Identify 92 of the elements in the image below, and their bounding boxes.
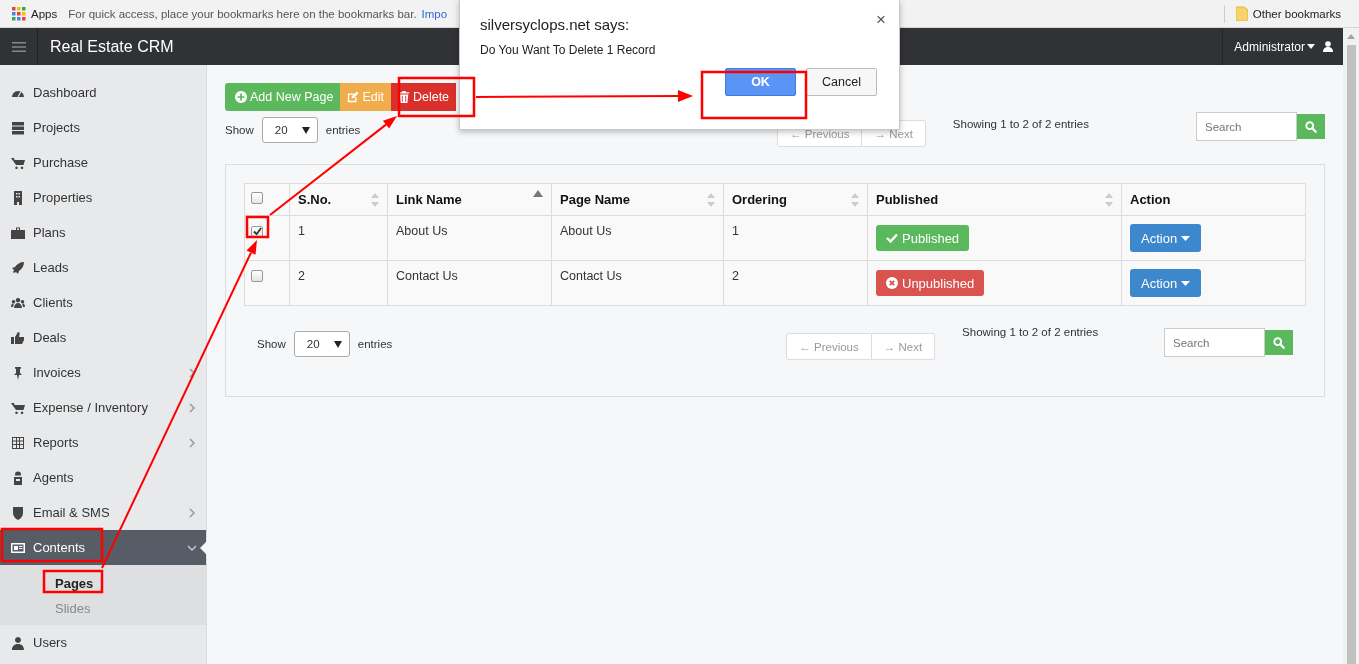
sidebar-item[interactable]: Deals (0, 320, 206, 355)
column-header[interactable]: Published (867, 183, 1122, 216)
bookmarks-hint: For quick access, place your bookmarks here on the bookmarks bar. (68, 7, 417, 20)
show-label: Show (225, 124, 254, 136)
menu-item-icon (11, 295, 25, 310)
dropdown-arrow-icon (333, 340, 342, 348)
table-cell: 1 (723, 215, 868, 261)
search-icon (1273, 336, 1285, 349)
sidebar-item[interactable]: Projects (0, 110, 206, 145)
dialog-message: Do You Want To Delete 1 Record (480, 43, 657, 57)
checkbox[interactable] (251, 270, 263, 282)
close-button[interactable]: × (876, 10, 886, 30)
column-header[interactable]: S.No. (289, 183, 388, 216)
search-field[interactable]: Search (1164, 328, 1265, 357)
page-size-select[interactable]: 20 (261, 117, 318, 143)
submenu-item[interactable]: Pages (0, 571, 206, 596)
menu-item-icon (11, 505, 25, 520)
sidebar-item[interactable]: Email & SMS (0, 495, 206, 530)
action-dropdown-button[interactable]: Action (1130, 269, 1202, 297)
status-badge[interactable]: Unpublished (876, 270, 985, 296)
menu-item-icon (11, 540, 25, 555)
sidebar-item[interactable]: Properties (0, 180, 206, 215)
sidebar-item[interactable]: Leads (0, 250, 206, 285)
menu-item-icon (11, 120, 25, 135)
entries-info: Showing 1 to 2 of 2 entries (962, 326, 1099, 338)
action-dropdown-button[interactable]: Action (1130, 224, 1202, 252)
menu-icon (11, 41, 26, 52)
table-cell: 2 (723, 260, 868, 306)
app-title: Real Estate CRM (50, 37, 174, 56)
close-circle-icon (886, 277, 898, 289)
apps-grid-icon[interactable] (12, 6, 26, 21)
scroll-up-arrow-icon[interactable] (1347, 34, 1355, 39)
table-cell: About Us (387, 215, 552, 261)
other-bookmarks[interactable]: Other bookmarks (1252, 7, 1341, 20)
sidebar-item[interactable]: Dashboard (0, 75, 206, 110)
user-icon (1323, 41, 1333, 52)
search-button[interactable] (1297, 114, 1325, 139)
menu-item-icon (11, 190, 25, 205)
menu-item-icon (11, 260, 25, 275)
entries-label: entries (357, 338, 393, 350)
toolbar-button[interactable]: Delete (390, 83, 457, 111)
menu-item-icon (11, 470, 25, 485)
highlight-frame (245, 215, 270, 239)
page-size-select[interactable]: 20 (293, 331, 350, 357)
sidebar-item[interactable]: Purchase (0, 145, 206, 180)
entries-label: entries (325, 124, 361, 136)
sidebar-item[interactable]: Reports (0, 425, 206, 460)
sidebar-item[interactable]: Plans (0, 215, 206, 250)
sidebar-item[interactable]: Invoices (0, 355, 206, 390)
apps-link[interactable]: Apps (31, 7, 58, 20)
user-menu[interactable]: Administrator (1234, 39, 1315, 54)
checkbox[interactable] (251, 192, 263, 204)
cancel-button[interactable]: Cancel (806, 68, 877, 96)
search-button[interactable] (1265, 330, 1293, 355)
dropdown-arrow-icon (301, 126, 310, 134)
caret-icon (1181, 235, 1191, 241)
trash-icon (397, 91, 410, 103)
table-cell: About Us (551, 215, 724, 261)
search-icon (1305, 120, 1317, 133)
table-cell: 1 (289, 215, 388, 261)
sidebar-item[interactable]: Agents (0, 460, 206, 495)
show-label: Show (257, 338, 286, 350)
caret-icon (1307, 44, 1315, 49)
checkbox[interactable] (251, 225, 263, 238)
table-cell: 2 (289, 260, 388, 306)
menu-item-icon (11, 330, 25, 345)
check-icon (886, 233, 898, 243)
menu-item-icon (11, 435, 25, 450)
sidebar-item[interactable]: Users (0, 625, 206, 660)
active-pointer (200, 541, 207, 555)
scrollbar[interactable] (1343, 28, 1359, 664)
search-field[interactable]: Search (1196, 112, 1297, 141)
menu-item-icon (11, 400, 25, 415)
table-cell: Contact Us (551, 260, 724, 306)
column-header[interactable]: Ordering (723, 183, 868, 216)
sidebar-item[interactable]: Clients (0, 285, 206, 320)
sidebar-item[interactable]: Expense / Inventory (0, 390, 206, 425)
column-header[interactable]: Link Name (387, 183, 552, 216)
column-header[interactable]: Page Name (551, 183, 724, 216)
caret-icon (1181, 280, 1191, 286)
menu-item-icon (11, 225, 25, 240)
menu-item-icon (11, 155, 25, 170)
edit-icon (347, 91, 360, 103)
table-cell: Contact Us (387, 260, 552, 306)
column-header[interactable]: Action (1121, 183, 1306, 216)
folder-icon (1235, 6, 1248, 21)
entries-info: Showing 1 to 2 of 2 entries (952, 118, 1089, 130)
sidebar-item[interactable]: Contents (0, 530, 206, 565)
highlight-frame (42, 569, 104, 594)
menu-item-icon (11, 635, 25, 650)
dialog-title: silversyclops.net says: (480, 16, 630, 33)
import-link[interactable]: Impo (421, 7, 448, 20)
